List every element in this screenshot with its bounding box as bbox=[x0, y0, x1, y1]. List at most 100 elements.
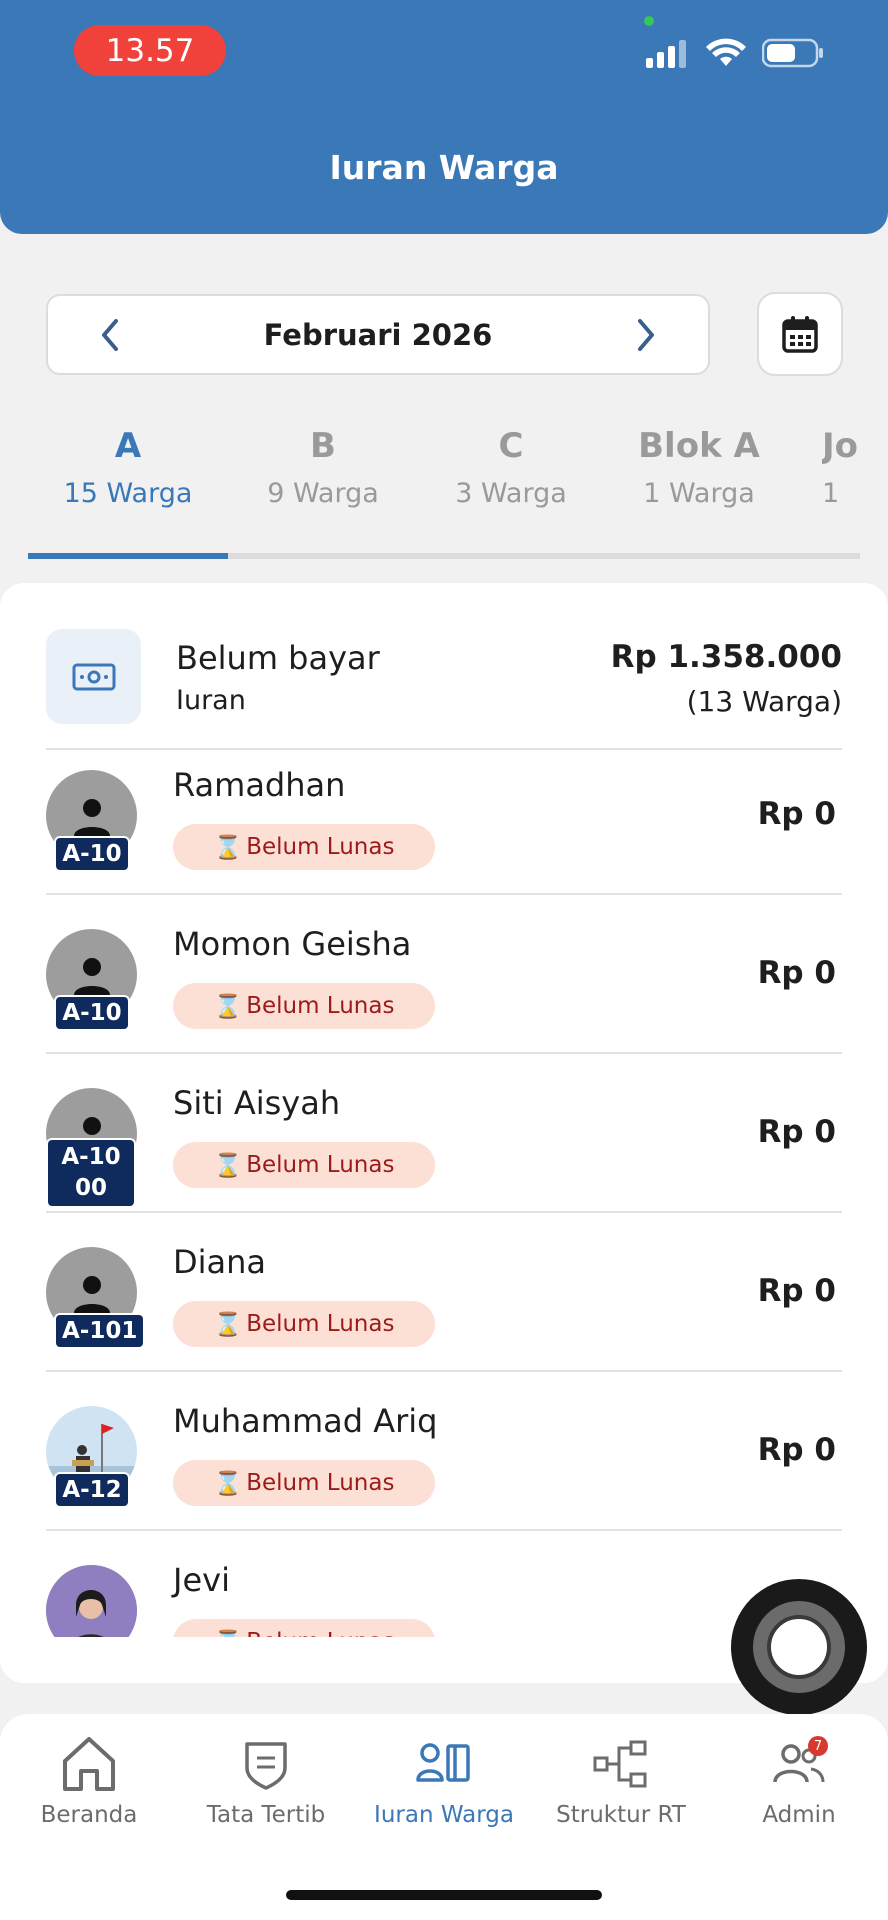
resident-name: Momon Geisha bbox=[173, 925, 412, 963]
signal-icon bbox=[646, 40, 686, 68]
status-badge: ⌛Belum Lunas bbox=[173, 1460, 435, 1506]
person-icon bbox=[73, 798, 110, 836]
nav-tata-tertib[interactable]: Tata Tertib bbox=[181, 1734, 351, 1828]
divider bbox=[46, 1211, 842, 1213]
hourglass-icon: ⌛ bbox=[213, 1311, 243, 1338]
hourglass-icon: ⌛ bbox=[213, 1152, 243, 1179]
dues-list-card: Belum bayar Iuran Rp 1.358.000 (13 Warga… bbox=[0, 583, 888, 1683]
resident-amount: Rp 0 bbox=[757, 1432, 836, 1468]
calendar-button[interactable] bbox=[757, 292, 843, 376]
home-icon bbox=[63, 1737, 115, 1791]
resident-amount: Rp 0 bbox=[757, 955, 836, 991]
resident-name: Muhammad Ariq bbox=[173, 1402, 438, 1440]
tab-b-count: 9 Warga bbox=[267, 478, 379, 509]
assistive-touch-button[interactable] bbox=[731, 1579, 867, 1715]
unpaid-summary[interactable]: Belum bayar Iuran Rp 1.358.000 (13 Warga… bbox=[46, 629, 842, 749]
resident-name: Siti Aisyah bbox=[173, 1084, 341, 1122]
tab-active-indicator bbox=[28, 553, 228, 559]
divider bbox=[46, 1052, 842, 1054]
person-icon bbox=[73, 1275, 110, 1313]
resident-amount: Rp 0 bbox=[757, 1273, 836, 1309]
summary-subtitle: Iuran bbox=[176, 685, 246, 716]
assistive-touch-ring bbox=[753, 1601, 845, 1693]
nav-struktur-rt[interactable]: Struktur RT bbox=[536, 1734, 706, 1828]
resident-amount: Rp 0 bbox=[757, 796, 836, 832]
unit-badge: A-10 bbox=[54, 836, 130, 872]
status-label: Belum Lunas bbox=[246, 1470, 395, 1496]
tab-partial-name: Jo bbox=[822, 426, 859, 466]
tab-c-name: C bbox=[498, 426, 524, 466]
hourglass-icon: ⌛ bbox=[213, 993, 243, 1020]
tab-blok-a[interactable]: Blok A 1 Warga bbox=[604, 426, 794, 509]
summary-count: (13 Warga) bbox=[686, 685, 842, 718]
unit-badge: A-101 bbox=[54, 1313, 146, 1349]
resident-name: Ramadhan bbox=[173, 766, 346, 804]
shield-icon bbox=[245, 1742, 287, 1790]
list-item[interactable]: A-101 Diana ⌛ Belum Lunas Rp 0 bbox=[0, 1227, 888, 1385]
chevron-right-icon[interactable] bbox=[634, 317, 658, 353]
assistive-touch-center bbox=[767, 1615, 831, 1679]
tab-c[interactable]: C 3 Warga bbox=[418, 426, 604, 509]
org-structure-icon bbox=[593, 1740, 647, 1788]
tab-b-name: B bbox=[310, 426, 336, 466]
month-selector: Februari 2026 bbox=[46, 294, 710, 375]
nav-label: Admin bbox=[762, 1802, 836, 1828]
resident-name: Diana bbox=[173, 1243, 267, 1281]
tab-blok-a-name: Blok A bbox=[638, 426, 760, 466]
status-label: Belum Lunas bbox=[246, 1311, 395, 1337]
summary-title: Belum bayar bbox=[176, 639, 380, 677]
home-indicator[interactable] bbox=[286, 1890, 602, 1900]
battery-icon bbox=[762, 38, 823, 68]
status-icons bbox=[646, 38, 824, 68]
list-item[interactable]: A-10 Ramadhan ⌛ Belum Lunas Rp 0 bbox=[0, 750, 888, 908]
resident-amount: Rp 0 bbox=[757, 1114, 836, 1150]
chevron-left-icon[interactable] bbox=[98, 317, 122, 353]
unit-badge: A-12 bbox=[54, 1472, 130, 1508]
status-label: Belum Lunas bbox=[246, 834, 395, 860]
calendar-icon bbox=[782, 316, 818, 353]
status-time: 13.57 bbox=[74, 25, 226, 76]
divider bbox=[46, 1370, 842, 1372]
list-item[interactable]: A-10 Momon Geisha ⌛ Belum Lunas Rp 0 bbox=[0, 909, 888, 1067]
tab-c-count: 3 Warga bbox=[455, 478, 567, 509]
status-badge: ⌛Belum Lunas bbox=[173, 983, 435, 1029]
tab-partial-count: 1 bbox=[822, 478, 840, 509]
status-label: Belum Lunas bbox=[246, 1152, 395, 1178]
nav-label: Iuran Warga bbox=[374, 1802, 514, 1828]
month-label: Februari 2026 bbox=[263, 317, 493, 352]
unit-badge: A-10 bbox=[54, 995, 130, 1031]
status-badge: ⌛Belum Lunas bbox=[173, 1301, 435, 1347]
list-item[interactable]: A-10 00 Siti Aisyah ⌛ Belum Lunas Rp 0 bbox=[0, 1068, 888, 1226]
hourglass-icon: ⌛ bbox=[213, 834, 243, 861]
nav-label: Beranda bbox=[40, 1802, 138, 1828]
tab-a[interactable]: A 15 Warga bbox=[28, 426, 228, 509]
list-item[interactable]: A-12 Muhammad Ariq ⌛ Belum Lunas Rp 0 bbox=[0, 1386, 888, 1544]
tab-blok-a-count: 1 Warga bbox=[643, 478, 755, 509]
nav-iuran-warga[interactable]: Iuran Warga bbox=[359, 1734, 529, 1828]
notification-badge: 7 bbox=[808, 1736, 828, 1756]
privacy-indicator-dot bbox=[644, 16, 654, 26]
person-icon bbox=[73, 957, 110, 995]
app-header: 13.57 Iuran Warga bbox=[0, 0, 888, 234]
hourglass-icon: ⌛ bbox=[213, 1470, 243, 1497]
status-label: Belum Lunas bbox=[246, 993, 395, 1019]
resident-name: Jevi bbox=[173, 1561, 230, 1599]
status-badge: ⌛Belum Lunas bbox=[173, 824, 435, 870]
status-badge: ⌛Belum Lunas bbox=[173, 1142, 435, 1188]
nav-admin[interactable]: 7 Admin bbox=[714, 1734, 884, 1828]
resident-dues-icon bbox=[416, 1743, 470, 1782]
wifi-icon bbox=[706, 38, 746, 66]
tab-b[interactable]: B 9 Warga bbox=[228, 426, 418, 509]
summary-amount: Rp 1.358.000 bbox=[610, 639, 842, 675]
tab-a-count: 15 Warga bbox=[63, 478, 193, 509]
tab-partial[interactable]: Jo 1 bbox=[822, 426, 862, 509]
nav-label: Tata Tertib bbox=[206, 1802, 326, 1828]
money-icon bbox=[46, 629, 141, 724]
page-title: Iuran Warga bbox=[329, 148, 559, 187]
divider bbox=[46, 1529, 842, 1531]
divider bbox=[46, 893, 842, 895]
nav-beranda[interactable]: Beranda bbox=[4, 1734, 174, 1828]
tab-a-name: A bbox=[114, 426, 142, 466]
unit-badge: A-10 00 bbox=[46, 1138, 136, 1208]
nav-label: Struktur RT bbox=[556, 1802, 686, 1828]
